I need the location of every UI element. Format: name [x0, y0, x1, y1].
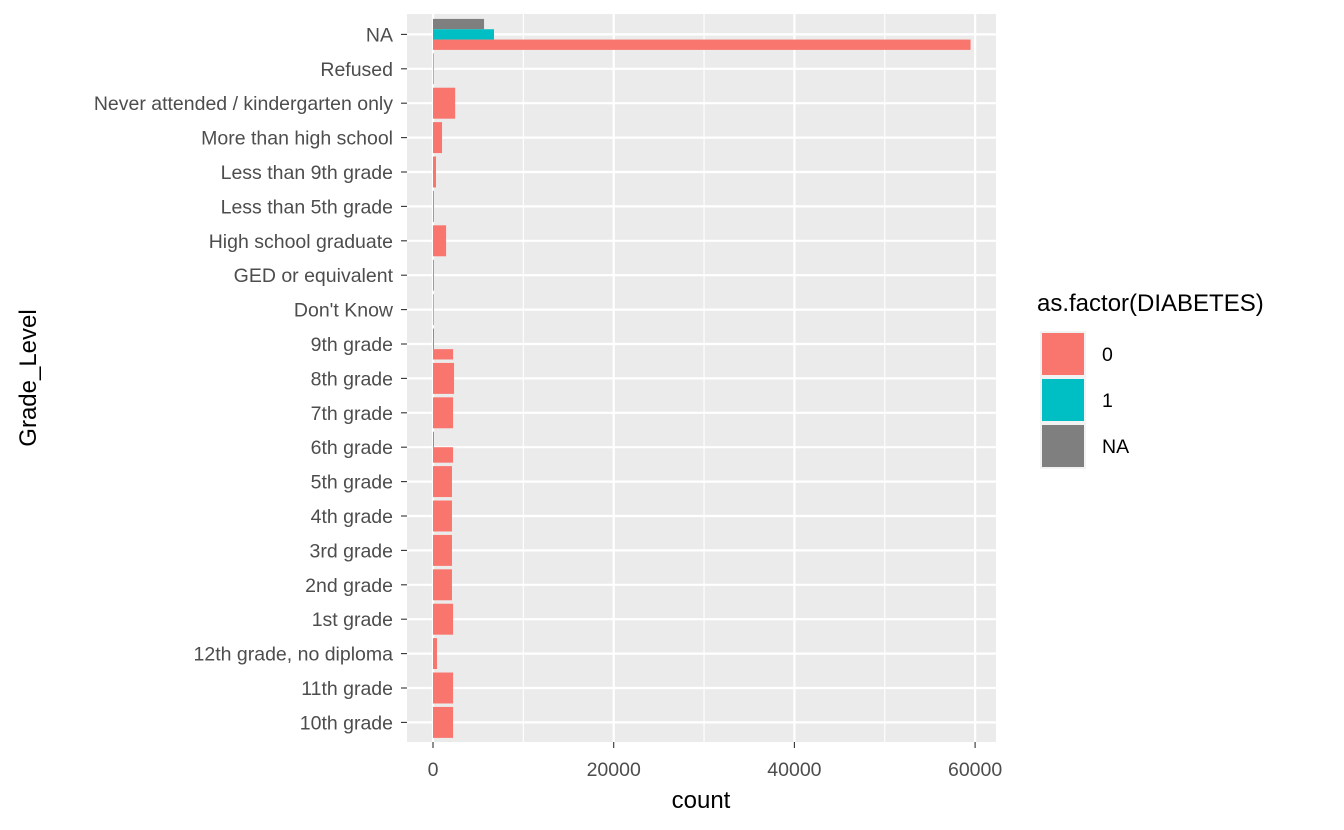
bar-0: [433, 638, 437, 670]
x-tick-label: 60000: [948, 759, 1002, 781]
y-tick-label: 5th grade: [311, 472, 393, 494]
y-tick-label: Less than 9th grade: [221, 162, 393, 184]
bar-1: [433, 29, 494, 40]
legend-key-1: [1042, 379, 1084, 421]
y-tick-label: 9th grade: [311, 334, 393, 356]
y-tick-label: High school graduate: [209, 231, 393, 253]
x-axis-title: count: [672, 787, 731, 814]
x-axis: 0 20000 40000 60000: [428, 742, 1002, 781]
y-tick-label: 4th grade: [311, 506, 393, 528]
bar-1: [433, 431, 434, 448]
bar-0: [433, 190, 434, 222]
y-tick-label: Never attended / kindergarten only: [94, 93, 393, 115]
y-axis-title: Grade_Level: [15, 309, 42, 446]
bar-0: [433, 87, 456, 119]
bar-0: [433, 466, 452, 498]
bar-0: [433, 603, 454, 635]
bar-0: [433, 53, 434, 85]
bar-0: [433, 259, 434, 291]
x-tick-label: 20000: [587, 759, 641, 781]
bar-0: [433, 447, 454, 463]
x-tick-label: 40000: [767, 759, 821, 781]
bar-na: [433, 328, 434, 339]
bar-0: [433, 349, 454, 360]
x-tick-label: 0: [428, 759, 439, 781]
bar-0: [433, 362, 455, 394]
y-tick-label: Less than 5th grade: [221, 196, 393, 218]
legend: as.factor(DIABETES) 0 1 NA: [1037, 290, 1264, 469]
y-tick-label: 7th grade: [311, 403, 393, 425]
legend-label: 1: [1102, 390, 1113, 412]
y-tick-label: 11th grade: [301, 678, 393, 700]
bar-na: [433, 18, 485, 30]
y-tick-label: Refused: [320, 59, 393, 81]
y-tick-label: NA: [366, 24, 393, 46]
bar-0: [433, 397, 454, 429]
y-axis: NA Refused Never attended / kindergarten o…: [94, 24, 407, 734]
y-tick-label: 12th grade, no diploma: [194, 644, 394, 666]
y-tick-label: 3rd grade: [310, 540, 393, 562]
bar-0: [433, 39, 971, 50]
y-tick-label: Don't Know: [294, 300, 394, 322]
bar-chart: NA Refused Never attended / kindergarten o…: [15, 14, 1264, 814]
y-tick-label: 2nd grade: [305, 575, 393, 597]
legend-title: as.factor(DIABETES): [1037, 290, 1264, 317]
bar-0: [433, 706, 454, 738]
legend-key-na: [1042, 425, 1084, 467]
bar-0: [433, 569, 452, 601]
legend-label: NA: [1102, 436, 1129, 458]
bar-0: [433, 500, 452, 532]
y-tick-label: GED or equivalent: [234, 265, 394, 287]
y-tick-label: More than high school: [201, 128, 393, 150]
bar-0: [433, 156, 436, 188]
legend-key-0: [1042, 333, 1084, 375]
legend-label: 0: [1102, 344, 1113, 366]
y-tick-label: 6th grade: [311, 437, 393, 459]
y-tick-label: 1st grade: [312, 609, 393, 631]
bar-0: [433, 225, 447, 257]
bar-0: [433, 122, 443, 154]
y-tick-label: 8th grade: [311, 368, 393, 390]
bar-0: [433, 294, 434, 326]
bar-0: [433, 672, 454, 704]
bar-1: [433, 338, 434, 350]
bar-0: [433, 534, 452, 566]
y-tick-label: 10th grade: [300, 712, 393, 734]
